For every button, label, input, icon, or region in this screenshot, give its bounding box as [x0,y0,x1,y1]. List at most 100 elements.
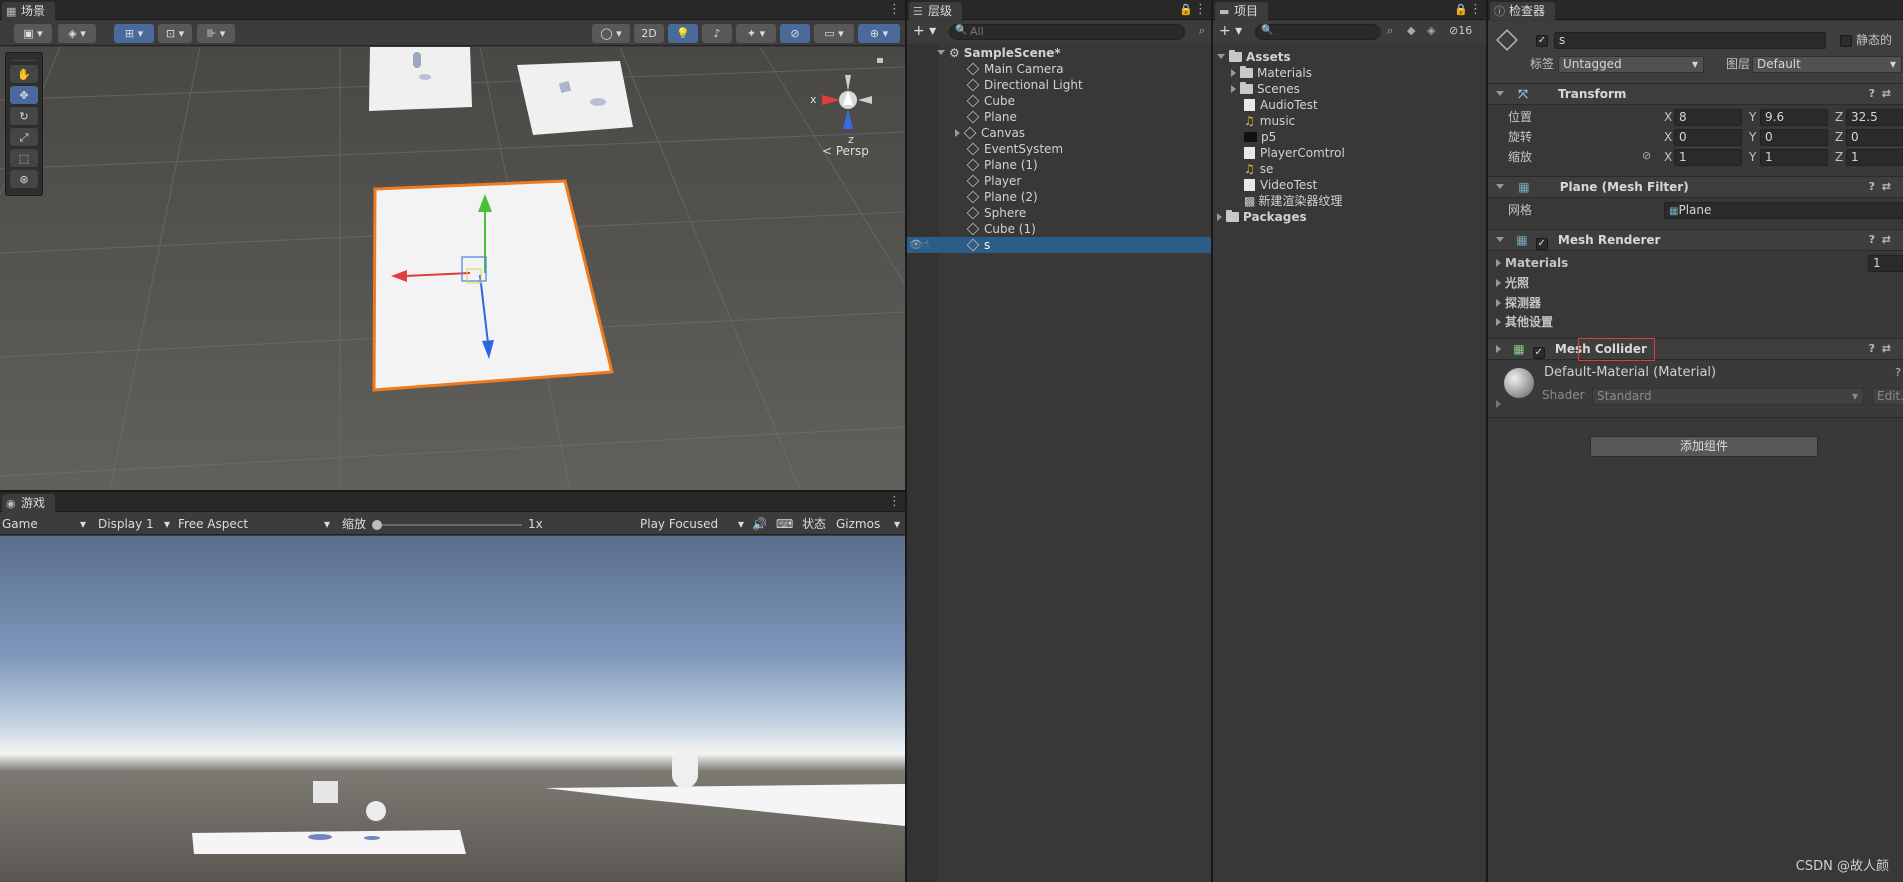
display-dropdown[interactable]: Display 1 ▾ [98,516,172,532]
hierarchy-item[interactable]: EventSystem [907,141,1211,157]
scale-tool-icon[interactable]: ⤢ [10,128,38,146]
visibility-toggle[interactable]: ⊘ [780,24,810,43]
hand-tool-icon[interactable]: ✋ [10,65,38,83]
material-expand-arrow-icon[interactable] [1496,400,1501,408]
hierarchy-item[interactable]: Directional Light [907,77,1211,93]
object-name-field[interactable]: s [1554,32,1826,49]
create-dropdown[interactable]: + ▾ [913,23,936,39]
tab-hierarchy[interactable]: ☰ 层级 [909,2,963,20]
pickable-hand-icon[interactable]: ☝ [923,237,929,253]
camera-dropdown[interactable]: ▭ ▾ [814,24,854,43]
play-mode-dropdown[interactable]: Play Focused ▾ [640,516,746,532]
visibility-eye-icon[interactable]: 👁 [909,237,923,253]
project-item[interactable]: VideoTest [1213,177,1486,193]
aspect-dropdown[interactable]: Free Aspect ▾ [178,516,332,532]
hidden-packages-toggle[interactable]: ⊘16 [1449,24,1472,37]
rotation-z-field[interactable]: 0 [1846,129,1903,146]
help-icon[interactable]: ? [1869,230,1875,250]
keyboard-icon[interactable]: ⌨ [776,516,793,532]
project-item[interactable]: Scenes [1213,81,1486,97]
grid-snap-button[interactable]: ⊞ ▾ [114,24,154,43]
gizmos-dropdown[interactable]: ⊕ ▾ [858,24,900,43]
grid-settings-button[interactable]: ⊪ ▾ [197,24,235,43]
settings-slider-icon[interactable]: ⇄ [1882,84,1891,104]
scene-viewport[interactable]: x z < Persp [0,47,905,490]
mesh-object-field[interactable]: ▦Plane [1664,202,1903,219]
hierarchy-item[interactable]: Main Camera [907,61,1211,77]
probes-foldout[interactable]: 探测器 [1496,295,1541,312]
expand-arrow-icon[interactable] [1496,279,1501,287]
help-icon[interactable]: ? [1869,84,1875,104]
project-item[interactable]: Materials [1213,65,1486,81]
tab-game[interactable]: ◉ 游戏 [2,494,56,512]
edit-shader-button[interactable]: Edit... [1872,388,1903,405]
project-item[interactable]: ♫ music [1213,113,1486,129]
render-mode-dropdown[interactable]: ◈ ▾ [58,24,96,43]
project-menu-icon[interactable]: ⋮ [1469,2,1482,18]
shader-dropdown[interactable]: Standard ▾ [1592,388,1864,405]
hierarchy-item-selected[interactable]: 👁 ☝ s [907,237,1211,253]
tag-dropdown[interactable]: Untagged ▾ [1558,56,1704,73]
game-menu-icon[interactable]: ⋮ [888,494,901,510]
expand-arrow-icon[interactable] [1496,91,1504,96]
mute-audio-icon[interactable]: 🔊 [752,516,767,532]
scale-slider-thumb[interactable] [372,520,382,530]
hierarchy-item[interactable]: Player [907,173,1211,189]
mesh-collider-header[interactable]: ▦ ✓ Mesh Collider ? ⇄ [1488,338,1903,360]
shading-dropdown[interactable]: ◯ ▾ [592,24,630,43]
active-checkbox[interactable]: ✓ [1536,35,1548,47]
increment-snap-button[interactable]: ⊡ ▾ [158,24,192,43]
hierarchy-item[interactable]: Plane [907,109,1211,125]
position-z-field[interactable]: 32.5 [1846,109,1903,126]
hierarchy-item[interactable]: Canvas [907,125,1211,141]
expand-arrow-icon[interactable] [1496,299,1501,307]
transform-header[interactable]: ⤧ Transform ? ⇄ [1488,83,1903,105]
effects-dropdown[interactable]: ✦ ▾ [736,24,776,43]
help-icon[interactable]: ? [1869,177,1875,197]
hierarchy-item[interactable]: Sphere [907,205,1211,221]
scale-z-field[interactable]: 1 [1846,149,1903,166]
other-settings-foldout[interactable]: 其他设置 [1496,314,1553,331]
project-item[interactable]: ▩ 新建渲染器纹理 [1213,193,1486,209]
hierarchy-search[interactable]: 🔍 All [949,24,1185,40]
tab-project[interactable]: ▬ 项目 [1215,2,1269,20]
project-search[interactable]: 🔍 [1255,24,1381,40]
expand-arrow-icon[interactable] [1496,318,1501,326]
hierarchy-item[interactable]: Cube [907,93,1211,109]
draw-mode-dropdown[interactable]: ▣ ▾ [14,24,52,43]
rotation-y-field[interactable]: 0 [1760,129,1828,146]
expand-arrow-icon[interactable] [1231,85,1236,93]
gizmos-button[interactable]: Gizmos ▾ [836,516,902,532]
scene-root-row[interactable]: ⚙ SampleScene* [937,45,1211,61]
scene-view-lock-icon[interactable] [877,58,883,63]
rotate-tool-icon[interactable]: ↻ [10,107,38,125]
layer-dropdown[interactable]: Default ▾ [1752,56,1902,73]
search-by-type-icon[interactable]: ⌕ [1387,24,1393,38]
transform-tool-icon[interactable]: ⊛ [10,170,38,188]
move-tool-icon[interactable]: ✥ [10,86,38,104]
expand-arrow-icon[interactable] [1217,54,1225,59]
expand-arrow-icon[interactable] [1496,259,1501,267]
project-create-dropdown[interactable]: + ▾ [1219,23,1242,39]
persp-label[interactable]: < Persp [822,143,869,160]
game-viewport[interactable] [0,536,905,882]
material-help-icon[interactable]: ? [1895,366,1901,379]
expand-arrow-icon[interactable] [937,50,945,55]
search-by-label-icon[interactable]: ◆ [1407,24,1415,37]
expand-arrow-icon[interactable] [955,129,960,137]
scale-slider[interactable] [372,520,522,530]
rotation-x-field[interactable]: 0 [1674,129,1742,146]
project-item[interactable]: PlayerComtrol [1213,145,1486,161]
hierarchy-lock-icon[interactable]: 🔒 [1179,2,1193,18]
mesh-renderer-enabled-checkbox[interactable]: ✓ [1535,238,1548,250]
hierarchy-menu-icon[interactable]: ⋮ [1194,2,1207,18]
project-item[interactable]: AudioTest [1213,97,1486,113]
search-by-tag-icon[interactable]: ◈ [1427,24,1435,37]
game-mode-dropdown[interactable]: Game ▾ [2,516,88,532]
settings-slider-icon[interactable]: ⇄ [1882,177,1891,197]
add-component-button[interactable]: 添加组件 [1590,436,1818,457]
stats-button[interactable]: 状态 [802,516,826,532]
position-x-field[interactable]: 8 [1674,109,1742,126]
materials-foldout[interactable]: Materials [1496,255,1568,272]
scale-x-field[interactable]: 1 [1674,149,1742,166]
